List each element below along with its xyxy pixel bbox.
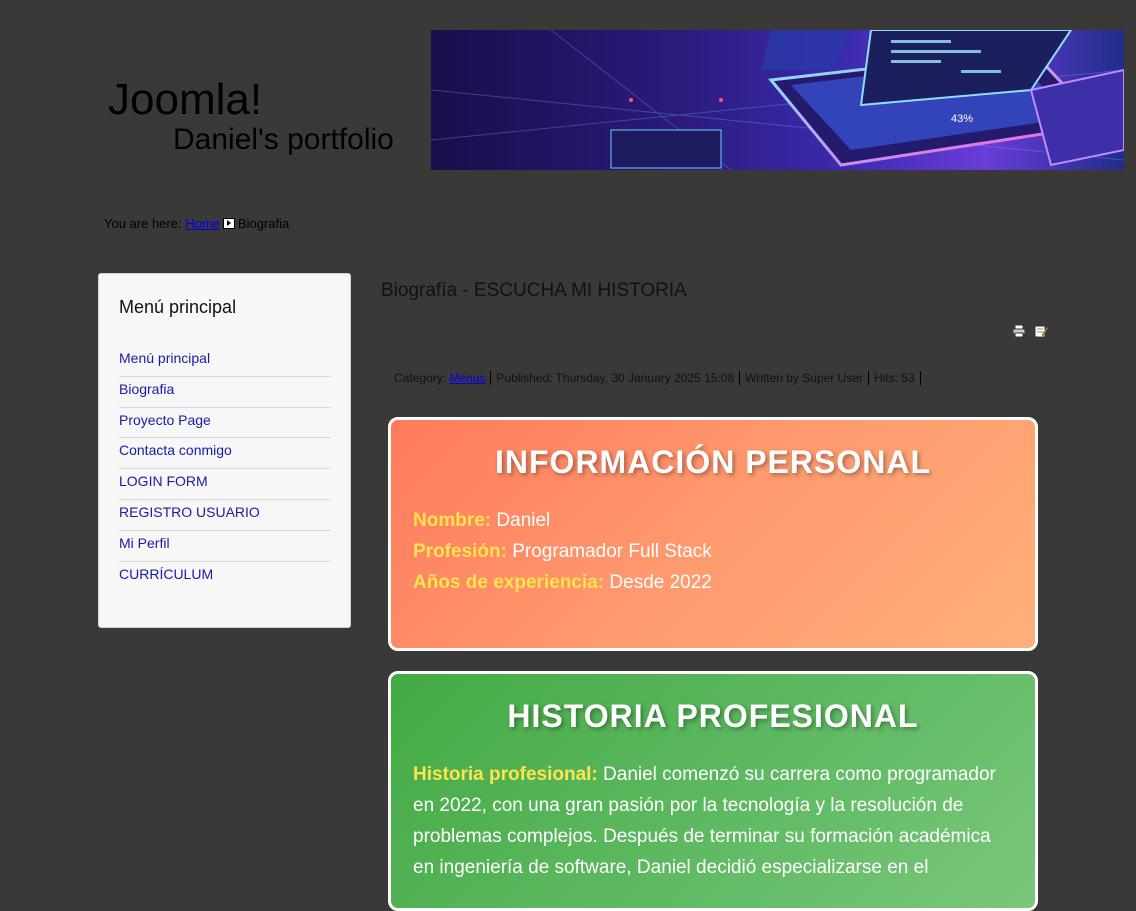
menu-item: REGISTRO USUARIO [119,500,331,531]
menu-link-contacta-conmigo[interactable]: Contacta conmigo [119,438,331,458]
menu-link-biografia[interactable]: Biografia [119,377,331,397]
personal-experience-row: Años de experiencia: Desde 2022 [413,567,1013,598]
history-body: Historia profesional: Daniel comenzó su … [391,759,1035,883]
personal-info-heading: INFORMACIÓN PERSONAL [495,444,931,480]
main-menu-list: Menú principal Biografia Proyecto Page C… [119,346,331,592]
experience-value: Desde 2022 [609,572,712,593]
menu-link-menu-principal[interactable]: Menú principal [119,346,331,366]
menu-item: Proyecto Page [119,408,331,439]
menu-item: Menú principal [119,346,331,377]
print-icon[interactable] [1012,324,1026,338]
article-tools [1008,322,1049,340]
category-link[interactable]: Menus [449,371,485,385]
personal-name-row: Nombre: Daniel [413,505,1013,536]
menu-item: Mi Perfil [119,531,331,562]
name-label: Nombre: [413,510,492,531]
menu-item: CURRÍCULUM [119,562,331,593]
profession-value: Programador Full Stack [512,541,712,562]
menu-link-proyecto-page[interactable]: Proyecto Page [119,408,331,428]
menu-link-curriculum[interactable]: CURRÍCULUM [119,562,331,582]
article-hits: Hits: 53 [868,371,921,385]
breadcrumb-prefix: You are here: [104,216,182,231]
menu-item: Contacta conmigo [119,438,331,470]
personal-info-body: Nombre: Daniel Profesión: Programador Fu… [391,505,1035,598]
site-logo[interactable]: Joomla! Daniel's portfolio [108,76,394,156]
menu-item: Biografia [119,377,331,408]
personal-info-card: INFORMACIÓN PERSONAL Nombre: Daniel Prof… [388,417,1038,651]
logo-subtitle: Daniel's portfolio [173,123,394,156]
menu-item: LOGIN FORM [119,469,331,500]
breadcrumb-home-link[interactable]: Home [185,216,220,231]
breadcrumb-current: Biografia [237,216,290,231]
breadcrumb-arrow-icon [222,218,235,229]
article-published: Published: Thursday, 30 January 2025 15:… [491,371,741,385]
article-author: Written by Super User [740,371,869,385]
profession-label: Profesión: [413,541,507,562]
menu-link-mi-perfil[interactable]: Mi Perfil [119,531,331,551]
personal-profession-row: Profesión: Programador Full Stack [413,536,1013,567]
menu-link-login-form[interactable]: LOGIN FORM [119,469,331,489]
name-value: Daniel [496,510,551,531]
menu-link-registro-usuario[interactable]: REGISTRO USUARIO [119,500,331,520]
breadcrumb: You are here: Home Biografia [104,216,289,231]
experience-label: Años de experiencia: [413,572,605,593]
article-title: Biografía - ESCUCHA MI HISTORIA [381,280,687,301]
svg-text:43%: 43% [951,113,973,125]
email-icon[interactable] [1034,324,1049,338]
main-menu-module: Menú principal Menú principal Biografia … [98,273,351,628]
laptop-illustration: 43% [431,30,1124,170]
history-label: Historia profesional: [413,764,598,785]
logo-title: Joomla! [108,75,263,124]
category-prefix: Category: [394,371,447,385]
article-category: Category: Menus [394,371,492,385]
header-banner-image: 43% [431,30,1124,170]
professional-history-card: HISTORIA PROFESIONAL Historia profesiona… [388,671,1038,911]
history-heading: HISTORIA PROFESIONAL [507,698,919,734]
menu-title: Menú principal [119,297,237,317]
article-info: Category: Menus Published: Thursday, 30 J… [394,371,921,385]
